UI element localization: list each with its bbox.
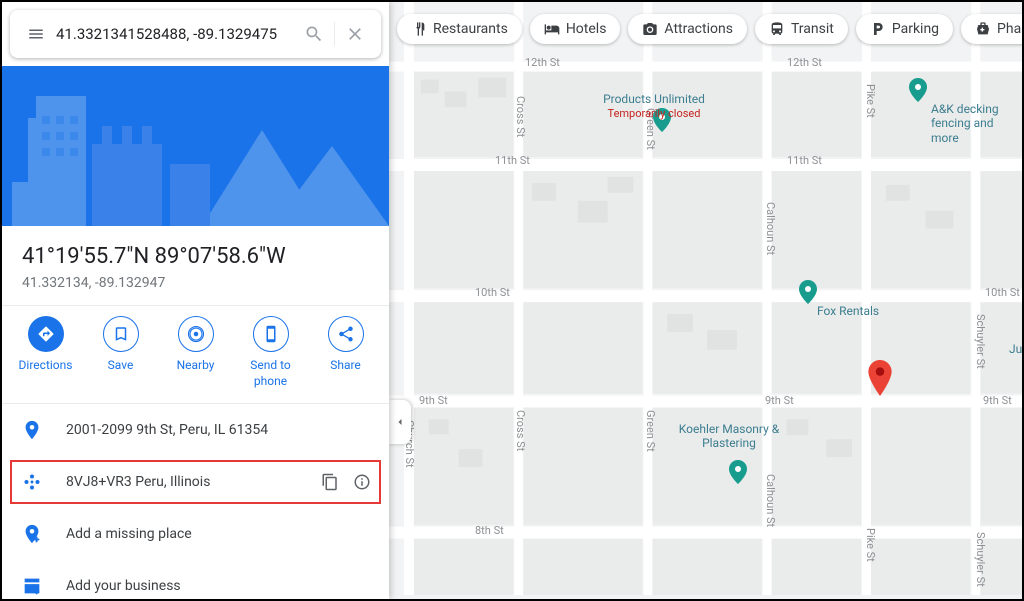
street-10th: 10th St	[475, 286, 510, 299]
street-10th: 10th St	[985, 286, 1020, 299]
street-calhoun: Calhoun St	[764, 474, 777, 527]
street-9th: 9th St	[765, 394, 794, 407]
share-button[interactable]: Share	[312, 316, 380, 389]
restaurant-icon	[411, 21, 427, 37]
street-11th: 11th St	[787, 154, 822, 167]
add-place-icon	[21, 523, 43, 545]
skyline-illustration	[2, 86, 389, 226]
hotel-icon	[544, 21, 560, 37]
street-11th: 11th St	[495, 154, 530, 167]
camera-icon	[642, 21, 658, 37]
store-icon	[21, 575, 43, 597]
clear-button[interactable]	[335, 14, 375, 54]
chip-pharmacies[interactable]: Pharmacies	[961, 14, 1022, 44]
street-cross: Cross St	[514, 96, 527, 137]
add-business-row[interactable]: Add your business	[2, 560, 389, 599]
chip-label: Restaurants	[433, 21, 508, 37]
save-button[interactable]: Save	[87, 316, 155, 389]
dropped-pin[interactable]	[867, 360, 893, 396]
nearby-icon	[187, 325, 205, 343]
category-chips: Restaurants Hotels Attractions Transit P…	[397, 14, 1014, 44]
info-icon[interactable]	[353, 473, 371, 491]
coordinates-block: 41°19'55.7"N 89°07'58.6"W 41.332134, -89…	[2, 226, 389, 306]
save-label: Save	[108, 358, 134, 374]
chevron-left-icon	[394, 416, 406, 428]
chip-label: Parking	[892, 21, 939, 37]
street-12th: 12th St	[787, 56, 822, 69]
info-list: 2001-2099 9th St, Peru, IL 61354 8VJ8+VR…	[2, 404, 389, 599]
action-row: Directions Save Nearby Send to phone Sha…	[2, 306, 389, 404]
add-business-text: Add your business	[66, 578, 371, 594]
hero-banner	[2, 66, 389, 226]
search-bar	[10, 10, 381, 58]
parking-icon	[870, 21, 886, 37]
poi-marker[interactable]	[799, 280, 817, 304]
poi-ak-decking[interactable]: A&K decking fencing and more	[931, 102, 1021, 145]
directions-icon	[37, 325, 55, 343]
search-button[interactable]	[294, 14, 334, 54]
copy-icon[interactable]	[321, 473, 339, 491]
nearby-button[interactable]: Nearby	[162, 316, 230, 389]
nearby-label: Nearby	[177, 358, 215, 374]
search-input[interactable]	[56, 25, 294, 43]
chip-restaurants[interactable]: Restaurants	[397, 14, 522, 44]
dms-coordinates: 41°19'55.7"N 89°07'58.6"W	[22, 244, 369, 269]
street-9th: 9th St	[419, 394, 448, 407]
search-icon	[304, 24, 324, 44]
pin-icon	[21, 419, 43, 441]
decimal-coordinates: 41.332134, -89.132947	[22, 275, 369, 291]
street-pike: Pike St	[864, 528, 877, 562]
poi-products-unlimited[interactable]: Products UnlimitedTemporarily closed	[589, 92, 719, 121]
pharmacy-icon	[975, 21, 991, 37]
menu-button[interactable]	[16, 14, 56, 54]
poi-jus[interactable]: Jus	[1009, 342, 1022, 356]
bookmark-icon	[112, 325, 130, 343]
send-to-phone-button[interactable]: Send to phone	[237, 316, 305, 389]
chip-transit[interactable]: Transit	[755, 14, 848, 44]
street-9th: 9th St	[983, 394, 1012, 407]
directions-label: Directions	[19, 358, 73, 374]
street-12th: 12th St	[525, 56, 560, 69]
chip-parking[interactable]: Parking	[856, 14, 953, 44]
map-canvas[interactable]: Restaurants Hotels Attractions Transit P…	[389, 2, 1022, 599]
app-root: 41°19'55.7"N 89°07'58.6"W 41.332134, -89…	[2, 2, 1022, 599]
street-8th: 8th St	[475, 524, 504, 537]
chip-label: Hotels	[566, 21, 607, 37]
poi-fox-rentals[interactable]: Fox Rentals	[817, 304, 897, 318]
send-label: Send to phone	[237, 358, 305, 389]
chip-label: Attractions	[664, 21, 733, 37]
pluscode-text: 8VJ8+VR3 Peru, Illinois	[66, 474, 321, 490]
poi-koehler[interactable]: Koehler Masonry & Plastering	[669, 422, 789, 451]
chip-label: Pharmacies	[997, 21, 1022, 37]
transit-icon	[769, 21, 785, 37]
directions-button[interactable]: Directions	[12, 316, 80, 389]
street-schuyler: Schuyler St	[974, 314, 987, 369]
add-place-text: Add a missing place	[66, 526, 371, 542]
close-icon	[345, 24, 365, 44]
poi-marker[interactable]	[909, 78, 927, 102]
street-cross: Cross St	[514, 410, 527, 451]
pluscode-icon	[21, 471, 43, 493]
poi-marker[interactable]	[729, 460, 747, 484]
street-pike: Pike St	[864, 84, 877, 118]
address-row[interactable]: 2001-2099 9th St, Peru, IL 61354	[2, 404, 389, 456]
share-label: Share	[330, 358, 361, 374]
chip-label: Transit	[791, 21, 834, 37]
street-green: Green St	[644, 410, 657, 452]
chip-attractions[interactable]: Attractions	[628, 14, 747, 44]
add-place-row[interactable]: Add a missing place	[2, 508, 389, 560]
pluscode-row[interactable]: 8VJ8+VR3 Peru, Illinois	[8, 458, 383, 506]
phone-icon	[262, 325, 280, 343]
collapse-sidebar-button[interactable]	[389, 400, 411, 444]
share-icon	[337, 325, 355, 343]
street-schuyler: Schuyler St	[974, 532, 987, 587]
street-calhoun: Calhoun St	[764, 202, 777, 255]
address-text: 2001-2099 9th St, Peru, IL 61354	[66, 422, 371, 438]
hamburger-icon	[27, 25, 45, 43]
chip-hotels[interactable]: Hotels	[530, 14, 621, 44]
sidebar: 41°19'55.7"N 89°07'58.6"W 41.332134, -89…	[2, 2, 389, 599]
